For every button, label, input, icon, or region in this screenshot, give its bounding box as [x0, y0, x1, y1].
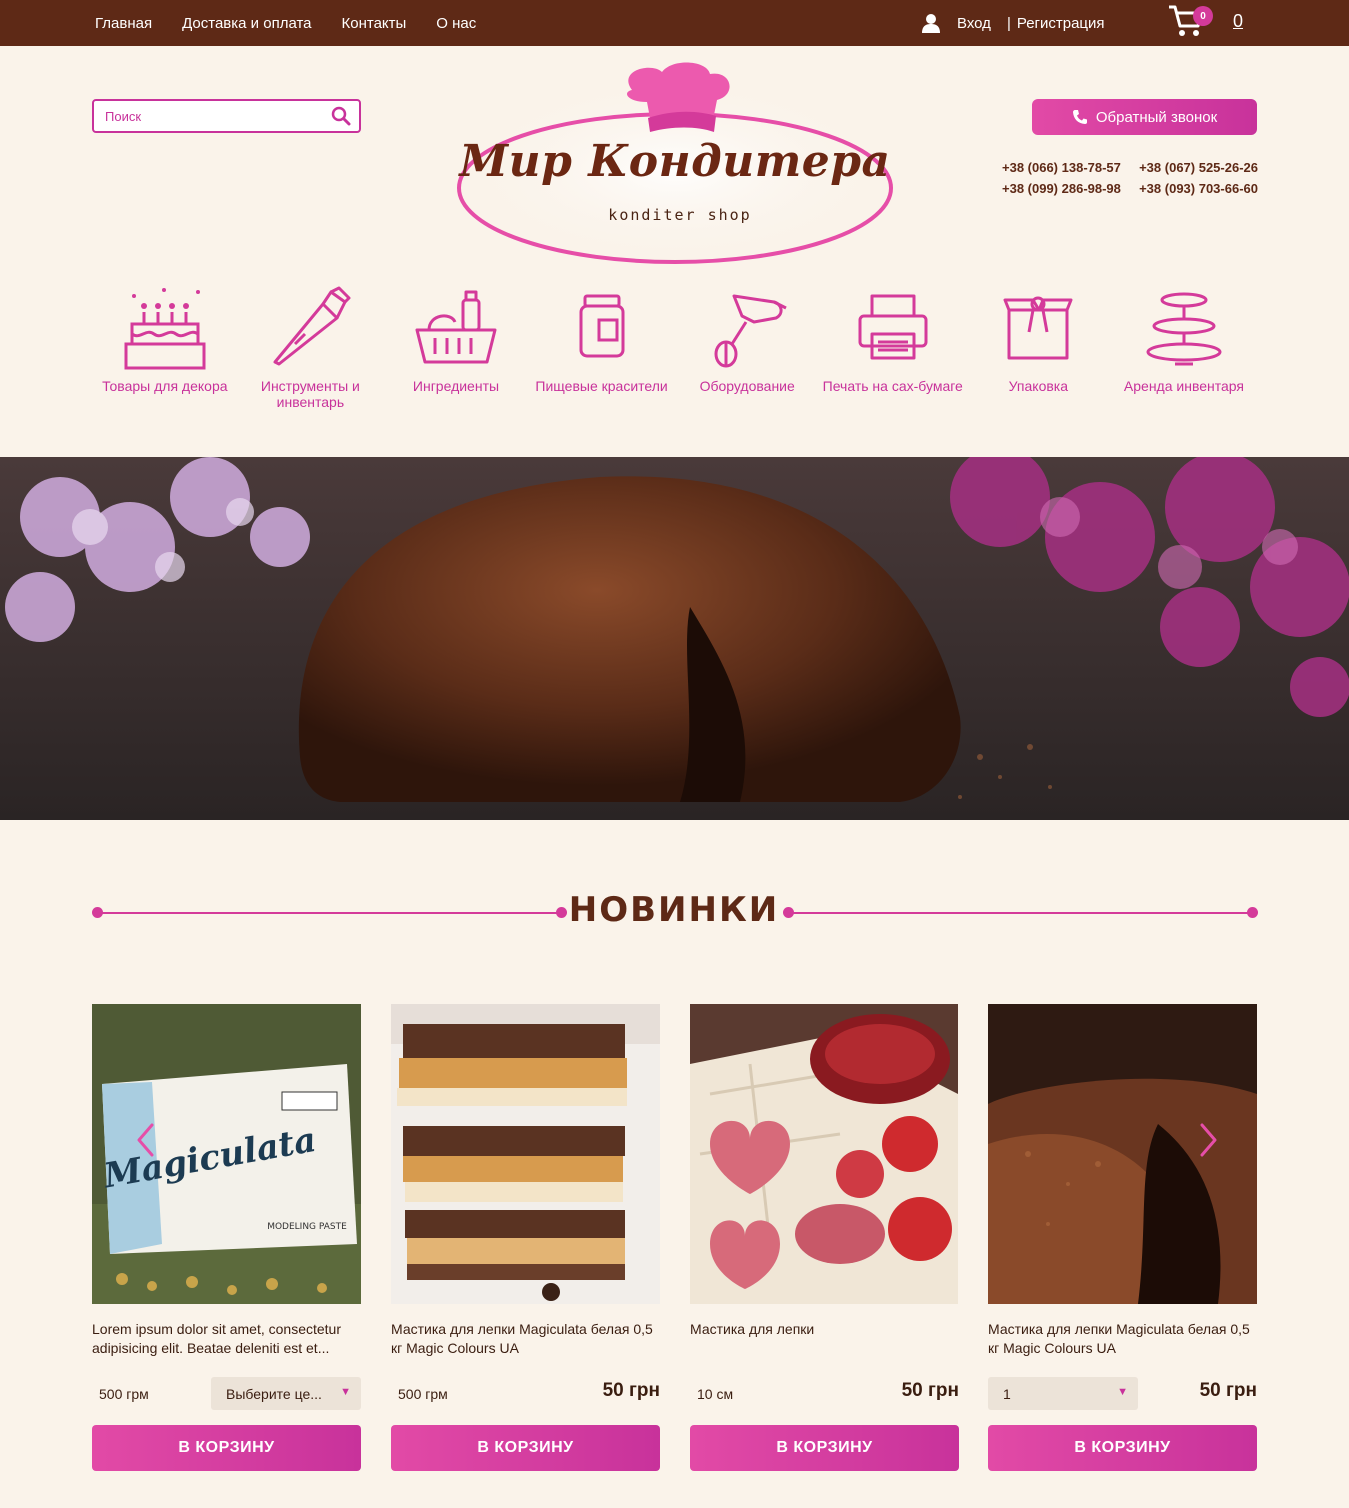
category-equipment[interactable]: Оборудование — [674, 282, 820, 422]
nav-contacts[interactable]: Контакты — [342, 15, 407, 32]
product-card: Мастика для лепки Magiculata белая 0,5 к… — [391, 1004, 660, 1474]
product-name[interactable]: Мастика для лепки Magiculata белая 0,5 к… — [391, 1320, 660, 1358]
basket-icon — [415, 290, 497, 364]
product-price: 50 грн — [901, 1380, 959, 1401]
cake-icon — [124, 288, 206, 370]
dropdown-arrow-icon: ▼ — [1117, 1386, 1128, 1398]
site-logo[interactable]: Мир Кондитера konditer shop — [452, 60, 898, 270]
auth-separator: | — [1006, 14, 1011, 32]
phone-number[interactable]: +38 (099) 286-98-98 — [1002, 178, 1121, 199]
login-link[interactable]: Вход — [957, 15, 991, 32]
cart-count-badge: 0 — [1193, 6, 1213, 26]
auth-links: Вход | Регистрация — [922, 0, 1105, 46]
nav-about[interactable]: О нас — [436, 15, 476, 32]
phone-list: +38 (066) 138-78-57 +38 (067) 525-26-26 … — [1002, 157, 1258, 199]
phone-number[interactable]: +38 (066) 138-78-57 — [1002, 157, 1121, 178]
dropdown-arrow-icon: ▼ — [340, 1386, 351, 1398]
product-image[interactable] — [690, 1004, 959, 1304]
category-printing[interactable]: Печать на сах-бумаге — [820, 282, 966, 422]
category-bar: Товары для декора Инструменты и инвентар… — [92, 282, 1257, 422]
category-rental[interactable]: Аренда инвентаря — [1111, 282, 1257, 422]
product-select[interactable]: 1 ▼ — [988, 1377, 1138, 1410]
hero-banner[interactable] — [0, 457, 1349, 820]
logo-subtitle: konditer shop — [608, 206, 752, 224]
search-box — [92, 99, 361, 133]
register-link[interactable]: Регистрация — [1017, 15, 1105, 32]
product-name[interactable]: Lorem ipsum dolor sit amet, consectetur … — [92, 1320, 361, 1358]
category-label: Инструменты и инвентарь — [260, 378, 360, 410]
product-price: 50 грн — [602, 1380, 660, 1401]
category-label: Аренда инвентаря — [1123, 378, 1244, 394]
product-name[interactable]: Мастика для лепки Magiculata белая 0,5 к… — [988, 1320, 1257, 1358]
top-nav: Главная Доставка и оплата Контакты О нас — [95, 0, 476, 46]
nav-home[interactable]: Главная — [95, 15, 152, 32]
category-label: Печать на сах-бумаге — [822, 378, 963, 394]
mixer-icon — [714, 294, 787, 368]
category-label: Пищевые красители — [535, 378, 668, 394]
section-dot — [1247, 907, 1258, 918]
product-card: Мастика для лепки Magiculata белая 0,5 к… — [988, 1004, 1257, 1474]
product-attribute: 500 грм — [99, 1386, 149, 1402]
category-tools[interactable]: Инструменты и инвентарь — [238, 282, 384, 422]
logo-title: Мир Кондитера — [459, 136, 891, 187]
piping-bag-icon — [273, 286, 351, 366]
category-decor[interactable]: Товары для декора — [92, 282, 238, 422]
product-price: 50 грн — [1199, 1380, 1257, 1401]
category-label: Упаковка — [1008, 378, 1069, 394]
callback-label: Обратный звонок — [1095, 108, 1218, 126]
category-label: Оборудование — [699, 378, 795, 394]
nav-delivery[interactable]: Доставка и оплата — [182, 15, 311, 32]
add-to-cart-button[interactable]: В КОРЗИНУ — [690, 1425, 959, 1471]
category-label: Товары для декора — [102, 378, 228, 394]
product-attribute: 10 см — [697, 1386, 734, 1402]
section-title: НОВИНКИ — [568, 890, 780, 930]
category-colors[interactable]: Пищевые красители — [529, 282, 675, 422]
product-select[interactable]: Выберите це... ▼ — [211, 1377, 361, 1410]
add-to-cart-button[interactable]: В КОРЗИНУ — [988, 1425, 1257, 1471]
cake-stand-icon — [1146, 292, 1222, 366]
svg-text:MODELING PASTE: MODELING PASTE — [267, 1222, 347, 1232]
product-select-value: Выберите це... — [226, 1385, 322, 1402]
callback-button[interactable]: Обратный звонок — [1032, 99, 1257, 135]
product-card: Мастика для лепки 10 см 50 грн В КОРЗИНУ — [690, 1004, 959, 1474]
category-label: Ингредиенты — [412, 378, 500, 394]
category-ingredients[interactable]: Ингредиенты — [383, 282, 529, 422]
phone-number[interactable]: +38 (093) 703-66-60 — [1139, 178, 1258, 199]
user-icon — [922, 14, 940, 33]
phone-icon — [1072, 110, 1087, 124]
search-icon[interactable] — [331, 106, 351, 126]
category-packaging[interactable]: Упаковка — [966, 282, 1112, 422]
product-select-value: 1 — [1003, 1385, 1011, 1402]
product-image[interactable]: Magiculata MODELING PASTE — [92, 1004, 361, 1304]
add-to-cart-button[interactable]: В КОРЗИНУ — [391, 1425, 660, 1471]
hero-banner-image — [0, 457, 1349, 820]
product-name[interactable]: Мастика для лепки — [690, 1320, 959, 1339]
phone-number[interactable]: +38 (067) 525-26-26 — [1139, 157, 1258, 178]
section-line — [97, 912, 561, 914]
cart-total[interactable]: 0 — [1233, 11, 1243, 32]
product-attribute: 500 грм — [398, 1386, 448, 1402]
gift-box-icon — [1003, 296, 1073, 360]
carousel-next-icon[interactable] — [1198, 1122, 1220, 1158]
add-to-cart-button[interactable]: В КОРЗИНУ — [92, 1425, 361, 1471]
carousel-prev-icon[interactable] — [134, 1122, 156, 1158]
search-input[interactable] — [94, 101, 314, 131]
printer-icon — [858, 294, 928, 360]
product-card: Magiculata MODELING PASTE Lorem ipsum do… — [92, 1004, 361, 1474]
product-image[interactable] — [391, 1004, 660, 1304]
section-line — [788, 912, 1252, 914]
jar-icon — [579, 294, 625, 358]
